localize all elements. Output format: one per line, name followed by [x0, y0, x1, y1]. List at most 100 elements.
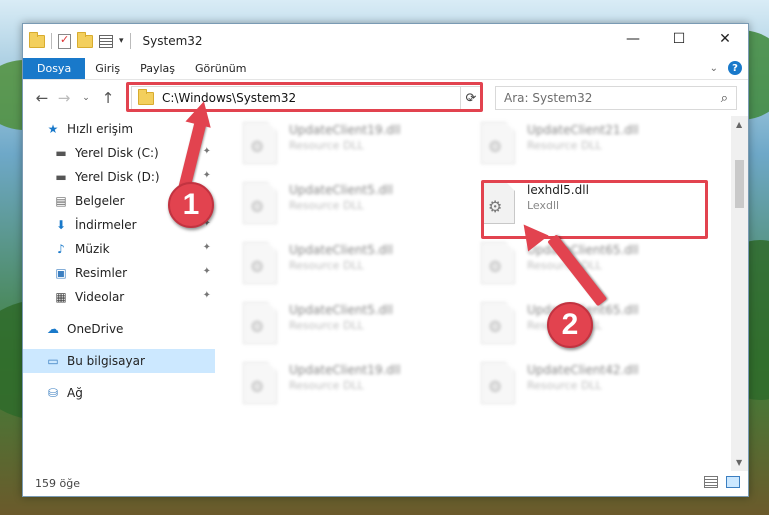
file-list: ⚙ UpdateClient19.dll Resource DLL ⚙ Updat… [223, 116, 731, 471]
file-name: UpdateClient19.dll [289, 363, 401, 377]
computer-icon: ▭ [47, 354, 59, 368]
file-name: UpdateClient19.dll [289, 123, 401, 137]
dll-file-icon: ⚙ [481, 362, 515, 404]
pin-icon: ✦ [202, 290, 211, 301]
navigation-bar: ← → ⌄ ↑ C:\Windows\System32 ⌄ ⟳ Ara: Sys… [23, 80, 748, 116]
sidebar-item-videos[interactable]: ▦ Videolar ✦ [23, 285, 215, 309]
file-description: Resource DLL [289, 199, 364, 212]
list-item[interactable]: ⚙ UpdateClient19.dll Resource DLL [243, 118, 453, 168]
close-button[interactable]: ✕ [702, 24, 748, 54]
view-options-icon[interactable] [99, 34, 113, 48]
help-icon[interactable]: ? [728, 61, 742, 75]
address-highlight-box [126, 82, 483, 112]
divider [51, 33, 52, 49]
customize-toolbar-chevron-icon[interactable]: ▾ [119, 36, 124, 46]
dll-file-icon: ⚙ [243, 182, 277, 224]
file-description: Resource DLL [289, 259, 364, 272]
download-icon: ⬇ [55, 218, 67, 232]
forward-button[interactable]: → [53, 89, 75, 107]
videos-icon: ▦ [55, 290, 67, 304]
annotation-step-1-badge: 1 [168, 182, 214, 228]
dll-file-icon: ⚙ [481, 242, 515, 284]
window-title: System32 [142, 34, 203, 48]
properties-icon[interactable] [58, 33, 71, 49]
pin-icon: ✦ [202, 242, 211, 253]
tab-home[interactable]: Giriş [85, 58, 130, 79]
file-name: UpdateClient5.dll [289, 183, 393, 197]
sidebar-item-label: Videolar [75, 290, 125, 304]
documents-icon: ▤ [55, 194, 67, 208]
ribbon-right: ⌄ ? [710, 61, 742, 75]
up-button[interactable]: ↑ [97, 89, 119, 107]
music-icon: ♪ [57, 242, 65, 256]
file-description: Resource DLL [527, 379, 602, 392]
star-icon: ★ [47, 122, 59, 136]
folder-icon [29, 31, 45, 48]
search-input[interactable]: Ara: System32 ⌕ [495, 86, 737, 110]
view-switcher [704, 476, 740, 488]
sidebar-item-onedrive[interactable]: ☁ OneDrive [23, 317, 215, 341]
pin-icon: ✦ [202, 266, 211, 277]
file-name: UpdateClient42.dll [527, 363, 639, 377]
explorer-body: ★ Hızlı erişim ▬ Yerel Disk (C:) ✦ ▬ Yer… [23, 116, 748, 496]
list-item[interactable]: ⚙ UpdateClient42.dll Resource DLL [481, 358, 691, 408]
sidebar-item-label: Müzik [75, 242, 110, 256]
scrollbar-thumb[interactable] [735, 160, 744, 208]
pin-icon: ✦ [202, 146, 211, 157]
tab-share[interactable]: Paylaş [130, 58, 185, 79]
drive-icon: ▬ [55, 170, 67, 184]
file-description: Resource DLL [289, 139, 364, 152]
tab-view[interactable]: Görünüm [185, 58, 256, 79]
sidebar-item-pictures[interactable]: ▣ Resimler ✦ [23, 261, 215, 285]
back-button[interactable]: ← [31, 89, 53, 107]
sidebar-item-label: OneDrive [67, 322, 124, 336]
search-placeholder: Ara: System32 [504, 91, 593, 105]
sidebar-item-label: Bu bilgisayar [67, 354, 145, 368]
sidebar-item-label: Yerel Disk (C:) [75, 146, 159, 160]
pin-icon: ✦ [202, 170, 211, 181]
details-view-icon[interactable] [704, 476, 718, 488]
list-item[interactable]: ⚙ UpdateClient5.dll Resource DLL [243, 298, 453, 348]
minimize-button[interactable]: — [610, 24, 656, 54]
status-item-count: 159 öğe [35, 477, 80, 490]
new-folder-icon[interactable] [77, 31, 93, 48]
maximize-button[interactable]: ☐ [656, 24, 702, 54]
list-item[interactable]: ⚙ UpdateClient19.dll Resource DLL [243, 358, 453, 408]
divider [129, 33, 131, 49]
dll-file-icon: ⚙ [243, 302, 277, 344]
file-description: Resource DLL [527, 139, 602, 152]
network-icon: ⛁ [47, 386, 59, 400]
vertical-scrollbar[interactable]: ▲ ▼ [731, 116, 748, 471]
tab-file[interactable]: Dosya [23, 58, 86, 79]
sidebar-item-label: Resimler [75, 266, 128, 280]
dll-file-icon: ⚙ [243, 122, 277, 164]
expand-ribbon-chevron-icon[interactable]: ⌄ [710, 63, 718, 74]
list-item[interactable]: ⚙ UpdateClient5.dll Resource DLL [243, 178, 453, 228]
drive-icon: ▬ [55, 146, 67, 160]
list-item[interactable]: ⚙ UpdateClient21.dll Resource DLL [481, 118, 691, 168]
recent-locations-chevron-icon[interactable]: ⌄ [75, 93, 97, 103]
sidebar-item-network[interactable]: ⛁ Ağ [23, 381, 215, 405]
sidebar-item-label: Ağ [67, 386, 83, 400]
dll-file-icon: ⚙ [243, 362, 277, 404]
cloud-icon: ☁ [47, 322, 59, 336]
list-item[interactable]: ⚙ UpdateClient5.dll Resource DLL [243, 238, 453, 288]
search-icon[interactable]: ⌕ [721, 91, 728, 106]
file-name: UpdateClient65.dll [527, 243, 639, 257]
scroll-down-icon[interactable]: ▼ [736, 458, 742, 467]
scroll-up-icon[interactable]: ▲ [736, 120, 742, 129]
file-description: Resource DLL [289, 379, 364, 392]
window-controls: — ☐ ✕ [610, 24, 748, 54]
file-description: Resource DLL [289, 319, 364, 332]
pictures-icon: ▣ [55, 266, 67, 280]
file-name: UpdateClient21.dll [527, 123, 639, 137]
explorer-window: ▾ System32 — ☐ ✕ Dosya Giriş Paylaş Görü… [22, 23, 749, 497]
large-icons-view-icon[interactable] [726, 476, 740, 488]
sidebar-item-label: İndirmeler [75, 218, 137, 232]
sidebar-item-this-pc[interactable]: ▭ Bu bilgisayar [23, 349, 215, 373]
annotation-step-2-badge: 2 [547, 302, 593, 348]
ribbon-tabs: Dosya Giriş Paylaş Görünüm ⌄ ? [23, 58, 748, 80]
file-name: UpdateClient5.dll [289, 243, 393, 257]
sidebar-item-music[interactable]: ♪ Müzik ✦ [23, 237, 215, 261]
sidebar-item-label: Yerel Disk (D:) [75, 170, 160, 184]
